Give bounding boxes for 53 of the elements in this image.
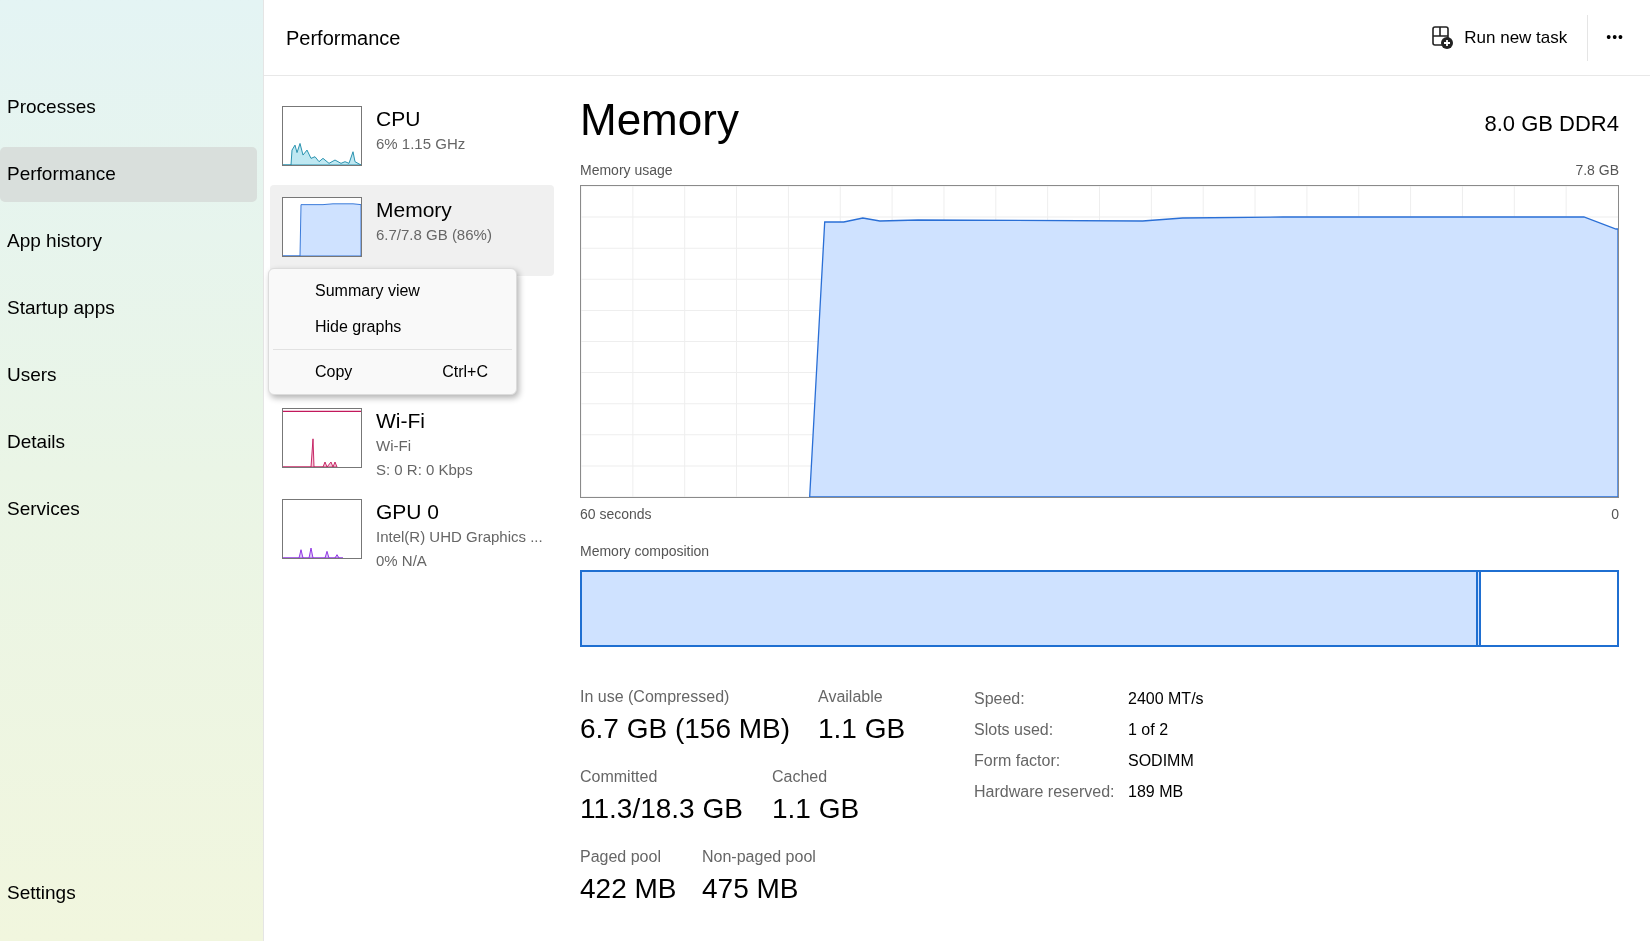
nav-item[interactable]: Users [0, 348, 257, 403]
property-value: 2400 MT/s [1128, 689, 1204, 709]
resource-name: CPU [376, 106, 422, 132]
resource-name: GPU 0 [376, 499, 441, 525]
stat-value: 1.1 GB [818, 712, 907, 746]
menu-item[interactable]: Copy Ctrl+C [269, 354, 516, 390]
resource-detail: 6.7/7.8 GB (86%) [376, 225, 492, 245]
property-label: Slots used: [974, 720, 1055, 740]
run-new-task-button[interactable]: Run new task [1422, 18, 1578, 57]
stat-label: Paged pool [580, 847, 662, 867]
nav-item[interactable]: App history [0, 214, 257, 269]
memory-title: Memory [580, 98, 739, 142]
resource-item[interactable]: Memory 6.7/7.8 GB (86%) [270, 185, 554, 276]
stat-value: 6.7 GB (156 MB) [580, 712, 792, 746]
resource-detail: S: 0 R: 0 Kbps [376, 460, 473, 480]
nav-item[interactable]: Services [0, 482, 257, 537]
stat-value: 11.3/18.3 GB [580, 792, 744, 826]
property-label: Form factor: [974, 751, 1062, 771]
menu-item[interactable]: Summary view [269, 273, 516, 309]
nav-item[interactable]: Settings [0, 866, 76, 921]
composition-label: Memory composition [580, 542, 710, 561]
resource-detail: Intel(R) UHD Graphics ... [376, 527, 543, 547]
resource-name: Wi-Fi [376, 408, 426, 434]
stat-label: Non-paged pool [702, 847, 817, 867]
graph-label: Memory usage [580, 161, 673, 180]
resource-detail: Wi-Fi [376, 436, 412, 456]
more-button[interactable]: ••• [1598, 27, 1632, 48]
memory-capacity: 8.0 GB DDR4 [1484, 110, 1619, 138]
nav-item[interactable]: Details [0, 415, 257, 470]
resource-detail: 0% N/A [376, 551, 428, 571]
axis-label: 60 seconds [580, 505, 652, 524]
page-title: Performance [286, 25, 401, 51]
new-task-icon [1432, 25, 1455, 50]
graph-max-label: 7.8 GB [1575, 161, 1619, 180]
nav-item[interactable]: Processes [0, 80, 257, 135]
stat-label: In use (Compressed) [580, 687, 731, 707]
property-value: SODIMM [1128, 751, 1195, 771]
nav-item[interactable]: Startup apps [0, 281, 257, 336]
stat-value: 1.1 GB [772, 792, 861, 826]
property-label: Speed: [974, 689, 1026, 709]
property-value: 1 of 2 [1128, 720, 1170, 740]
stat-label: Cached [772, 767, 829, 787]
nav-item[interactable]: Performance [0, 147, 257, 202]
stat-label: Available [818, 687, 884, 707]
stat-value: 422 MB [580, 872, 678, 906]
stat-label: Committed [580, 767, 659, 787]
property-value: 189 MB [1128, 782, 1185, 802]
resource-detail: 6% 1.15 GHz [376, 134, 466, 154]
axis-label: 0 [1611, 505, 1619, 524]
resource-name: Memory [376, 197, 453, 223]
property-label: Hardware reserved: [974, 782, 1116, 802]
menu-item[interactable]: Hide graphs [269, 309, 516, 345]
stat-value: 475 MB [702, 872, 800, 906]
